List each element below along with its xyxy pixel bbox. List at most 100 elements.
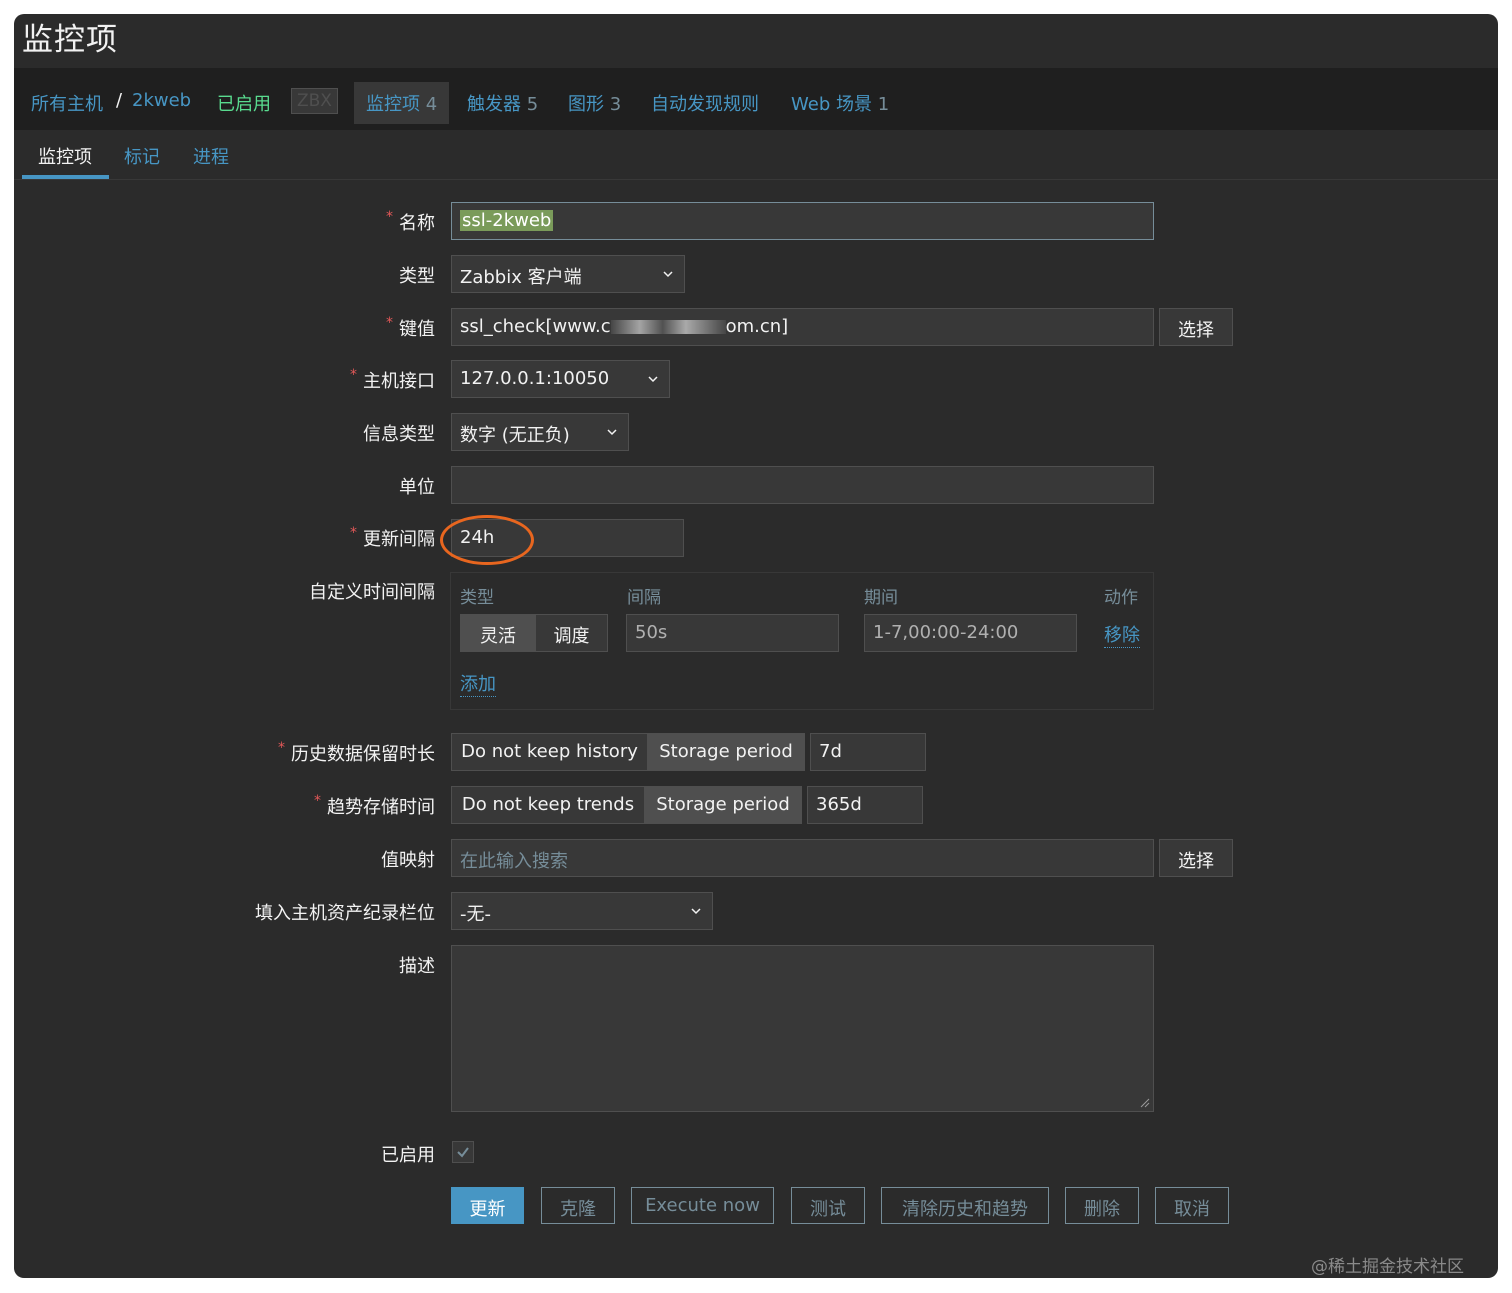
trends-label-text: 趋势存储时间	[327, 797, 435, 818]
page-title: 监控项	[22, 22, 118, 58]
key-value-suffix: om.cn]	[725, 316, 789, 337]
redacted-text	[610, 320, 726, 334]
tab-item[interactable]: 监控项	[38, 143, 92, 169]
nav-host-status[interactable]: 已启用	[217, 90, 271, 116]
tab-tags[interactable]: 标记	[124, 143, 160, 169]
custom-period-input[interactable]: 1-7,00:00-24:00	[864, 614, 1077, 652]
zbx-availability-badge: ZBX	[291, 88, 338, 114]
interface-select[interactable]: 127.0.0.1:10050	[451, 360, 670, 398]
col-header-period: 期间	[864, 588, 898, 608]
enabled-checkbox[interactable]	[452, 1141, 474, 1163]
delete-button[interactable]: 删除	[1065, 1187, 1139, 1224]
key-input[interactable]: ssl_check[www.c om.cn]	[451, 308, 1154, 346]
form-tabs: 监控项 标记 进程	[14, 130, 1498, 180]
interface-label: * 主机接口	[350, 367, 435, 393]
inventory-label: 填入主机资产纪录栏位	[255, 903, 435, 924]
name-label: * 名称	[386, 209, 435, 235]
valuemap-input[interactable]: 在此输入搜索	[451, 839, 1154, 877]
chevron-down-icon	[663, 271, 673, 278]
host-navbar: 所有主机 / 2kweb 已启用 ZBX 监控项 4 触发器 5 图形 3 自动…	[14, 68, 1498, 130]
nav-web-label: Web 场景	[791, 94, 872, 115]
enabled-label: 已启用	[381, 1145, 435, 1166]
required-marker: *	[386, 315, 393, 331]
name-input[interactable]: ssl-2kweb	[451, 202, 1154, 240]
name-input-value: ssl-2kweb	[460, 210, 554, 231]
description-label: 描述	[399, 956, 435, 977]
history-period-input[interactable]: 7d	[810, 733, 926, 771]
required-marker: *	[386, 209, 393, 225]
nav-graphs-label: 图形	[568, 94, 604, 115]
clone-button[interactable]: 克隆	[541, 1187, 615, 1224]
units-input[interactable]	[451, 466, 1154, 504]
nav-items[interactable]: 监控项 4	[354, 82, 450, 124]
key-label: * 键值	[386, 315, 435, 341]
nav-triggers-label: 触发器	[467, 94, 521, 115]
nav-all-hosts[interactable]: 所有主机	[31, 90, 103, 116]
window: 监控项 所有主机 / 2kweb 已启用 ZBX 监控项 4 触发器 5 图形 …	[14, 14, 1498, 1278]
chevron-down-icon	[607, 429, 617, 436]
nav-triggers-count: 5	[526, 94, 539, 115]
nav-web-count: 1	[877, 94, 890, 115]
watermark: @稀土掘金技术社区	[1311, 1257, 1464, 1277]
col-header-type: 类型	[460, 588, 494, 608]
nav-graphs[interactable]: 图形 3	[568, 90, 621, 116]
info-type-select[interactable]: 数字 (无正负)	[451, 413, 629, 451]
add-interval-link[interactable]: 添加	[460, 670, 496, 697]
nav-web-scenarios[interactable]: Web 场景 1	[791, 90, 889, 116]
trends-storage-period[interactable]: Storage period	[644, 786, 802, 824]
nav-items-label: 监控项	[366, 94, 420, 115]
nav-graphs-count: 3	[609, 94, 622, 115]
chevron-down-icon	[648, 376, 658, 383]
chevron-down-icon	[691, 908, 701, 915]
history-do-not-keep[interactable]: Do not keep history	[451, 733, 648, 771]
resize-handle-icon[interactable]	[1140, 1098, 1150, 1108]
cancel-button[interactable]: 取消	[1155, 1187, 1229, 1224]
valuemap-label: 值映射	[381, 850, 435, 871]
units-label: 单位	[399, 477, 435, 498]
trends-label: * 趋势存储时间	[314, 793, 435, 819]
checkmark-icon	[457, 1147, 469, 1158]
interface-label-text: 主机接口	[363, 371, 435, 392]
key-value-prefix: ssl_check[www.c	[460, 316, 611, 337]
nav-items-count: 4	[425, 94, 438, 115]
inventory-select[interactable]: -无-	[451, 892, 713, 930]
trends-period-input[interactable]: 365d	[807, 786, 923, 824]
custom-intervals-table: 类型 间隔 期间 动作 灵活 调度 50s 1-7,00:00-24:00 移除…	[450, 572, 1154, 710]
required-marker: *	[278, 740, 285, 756]
nav-separator: /	[116, 90, 123, 111]
type-label: 类型	[399, 266, 435, 287]
interval-type-scheduling[interactable]: 调度	[535, 614, 608, 652]
remove-interval-link[interactable]: 移除	[1104, 621, 1140, 648]
valuemap-placeholder: 在此输入搜索	[460, 851, 568, 872]
interval-type-flexible[interactable]: 灵活	[460, 614, 536, 652]
update-interval-label: * 更新间隔	[350, 525, 435, 551]
key-select-button[interactable]: 选择	[1159, 308, 1233, 346]
active-tab-indicator	[22, 175, 109, 179]
col-header-action: 动作	[1104, 588, 1138, 608]
required-marker: *	[350, 525, 357, 541]
nav-discovery-rules[interactable]: 自动发现规则	[651, 90, 759, 116]
inventory-select-value: -无-	[460, 904, 491, 925]
update-interval-label-text: 更新间隔	[363, 529, 435, 550]
update-button[interactable]: 更新	[451, 1187, 524, 1224]
description-textarea[interactable]	[451, 945, 1154, 1112]
col-header-interval: 间隔	[627, 588, 661, 608]
history-storage-period[interactable]: Storage period	[647, 733, 805, 771]
history-label-text: 历史数据保留时长	[291, 744, 435, 765]
key-label-text: 键值	[399, 319, 435, 340]
custom-interval-input[interactable]: 50s	[626, 614, 839, 652]
type-select[interactable]: Zabbix 客户端	[451, 255, 685, 293]
nav-triggers[interactable]: 触发器 5	[467, 90, 538, 116]
type-select-value: Zabbix 客户端	[460, 267, 582, 288]
custom-intervals-label: 自定义时间间隔	[309, 582, 435, 603]
clear-history-button[interactable]: 清除历史和趋势	[881, 1187, 1049, 1224]
required-marker: *	[350, 367, 357, 383]
trends-do-not-keep[interactable]: Do not keep trends	[451, 786, 645, 824]
tab-preprocessing[interactable]: 进程	[193, 143, 229, 169]
valuemap-select-button[interactable]: 选择	[1159, 839, 1233, 877]
nav-host[interactable]: 2kweb	[132, 90, 191, 111]
execute-now-button[interactable]: Execute now	[631, 1187, 774, 1224]
info-type-label: 信息类型	[363, 424, 435, 445]
interface-select-value: 127.0.0.1:10050	[460, 368, 610, 389]
test-button[interactable]: 测试	[791, 1187, 865, 1224]
